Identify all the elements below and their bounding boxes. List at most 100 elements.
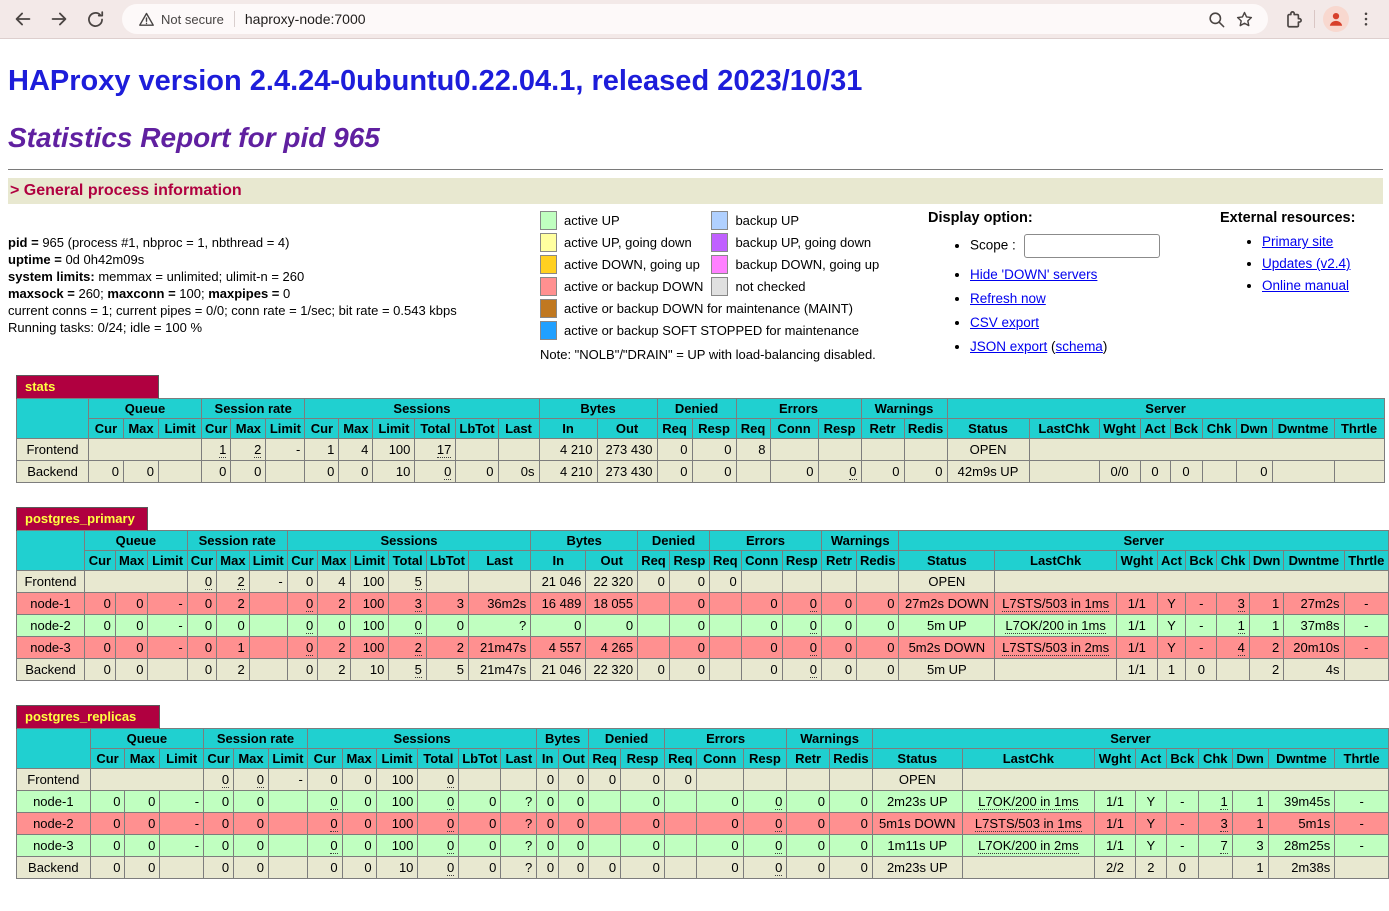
primary-site-link[interactable]: Primary site bbox=[1262, 234, 1333, 249]
stat-cell bbox=[664, 857, 696, 879]
stat-cell: 3 bbox=[1232, 835, 1268, 857]
column-header: Thrtle bbox=[1344, 551, 1389, 571]
stat-cell: 0 bbox=[389, 615, 426, 637]
stat-cell: 17 bbox=[415, 439, 456, 461]
profile-button[interactable] bbox=[1321, 4, 1351, 34]
stat-cell bbox=[1272, 461, 1334, 483]
display-options: Display option: Scope : Hide 'DOWN' serv… bbox=[928, 208, 1220, 363]
stat-cell: - bbox=[1166, 835, 1198, 857]
stat-cell: 0 bbox=[459, 835, 501, 857]
refresh-now-link[interactable]: Refresh now bbox=[970, 291, 1046, 306]
online-manual-link[interactable]: Online manual bbox=[1262, 278, 1349, 293]
forward-button[interactable] bbox=[44, 4, 74, 34]
column-group-header: Bytes bbox=[531, 531, 638, 551]
reload-button[interactable] bbox=[80, 4, 110, 34]
row-name: node-3 bbox=[17, 835, 91, 857]
column-header: Max bbox=[217, 551, 250, 571]
stat-cell: 0 bbox=[1140, 461, 1170, 483]
extensions-button[interactable] bbox=[1278, 4, 1308, 34]
stat-cell bbox=[821, 571, 856, 593]
address-bar[interactable]: Not secure haproxy-node:7000 bbox=[122, 4, 1268, 34]
csv-export-link[interactable]: CSV export bbox=[970, 315, 1039, 330]
section-heading: > General process information bbox=[8, 178, 1383, 204]
hide-down-servers-link[interactable]: Hide 'DOWN' servers bbox=[970, 267, 1097, 282]
bookmark-button[interactable] bbox=[1230, 5, 1258, 33]
schema-link[interactable]: schema bbox=[1056, 339, 1103, 354]
stat-cell: 4 210 bbox=[539, 461, 597, 483]
column-header: Last bbox=[501, 749, 537, 769]
stat-cell bbox=[736, 461, 770, 483]
stat-cell: 42m9s UP bbox=[947, 461, 1029, 483]
stat-cell: 0 bbox=[638, 659, 670, 681]
stat-cell: 100 bbox=[350, 637, 389, 659]
legend-swatch bbox=[711, 277, 728, 296]
stat-cell: 0 bbox=[857, 593, 899, 615]
url-text[interactable]: haproxy-node:7000 bbox=[245, 11, 366, 27]
row-name: Frontend bbox=[17, 769, 91, 791]
back-button[interactable] bbox=[8, 4, 38, 34]
stat-cell: 0 bbox=[342, 813, 376, 835]
column-header: Cur bbox=[89, 419, 124, 439]
stat-cell: 1/1 bbox=[1095, 813, 1136, 835]
menu-button[interactable] bbox=[1351, 4, 1381, 34]
stat-cell: 4 265 bbox=[586, 637, 638, 659]
stat-cell: 1 bbox=[217, 637, 250, 659]
stat-cell bbox=[770, 439, 818, 461]
stat-cell: - bbox=[1166, 791, 1198, 813]
column-header: In bbox=[531, 551, 586, 571]
column-header: Dwntme bbox=[1268, 749, 1335, 769]
json-export-link[interactable]: JSON export bbox=[970, 339, 1047, 354]
legend-swatch bbox=[540, 321, 557, 340]
stat-cell: 5 bbox=[426, 659, 468, 681]
stat-cell: 0 bbox=[307, 769, 342, 791]
legend-label: active or backup DOWN for maintenance (M… bbox=[557, 299, 887, 318]
stat-cell: 0 bbox=[861, 461, 904, 483]
stat-cell: 0 bbox=[287, 637, 317, 659]
stat-cell: 5 bbox=[389, 659, 426, 681]
stat-cell: 2 bbox=[426, 637, 468, 659]
column-header: Resp bbox=[818, 419, 861, 439]
stat-cell bbox=[249, 637, 287, 659]
stat-cell: 2 bbox=[318, 637, 350, 659]
legend-swatch bbox=[540, 233, 557, 252]
stat-cell: 0 bbox=[307, 857, 342, 879]
zoom-button[interactable] bbox=[1202, 5, 1230, 33]
stat-cell: 0 bbox=[904, 461, 947, 483]
column-header: Limit bbox=[148, 551, 187, 571]
column-header: Resp bbox=[782, 551, 821, 571]
stat-cell: 0 bbox=[217, 615, 250, 637]
stat-cell: 0 bbox=[743, 791, 787, 813]
stat-cell bbox=[962, 857, 1094, 879]
column-header: Max bbox=[124, 419, 159, 439]
updates-link[interactable]: Updates (v2.4) bbox=[1262, 256, 1351, 271]
column-header: Thrtle bbox=[1335, 749, 1389, 769]
stat-cell: 0 bbox=[782, 637, 821, 659]
stat-cell bbox=[995, 571, 1389, 593]
stat-cell: 0 bbox=[115, 659, 148, 681]
column-group-header: Errors bbox=[664, 729, 786, 749]
stat-cell bbox=[148, 659, 187, 681]
scope-input[interactable] bbox=[1024, 234, 1160, 258]
stat-cell: - bbox=[160, 835, 204, 857]
chip-divider bbox=[234, 11, 235, 27]
stat-cell: - bbox=[1344, 637, 1389, 659]
browser-toolbar: Not secure haproxy-node:7000 bbox=[0, 0, 1389, 39]
stat-cell bbox=[829, 769, 872, 791]
stat-cell: 2 bbox=[1249, 659, 1283, 681]
scope-item: Scope : bbox=[970, 234, 1220, 258]
stat-cell: 0 bbox=[187, 615, 216, 637]
column-group-header: Errors bbox=[736, 399, 861, 419]
stat-cell: 5m UP bbox=[899, 659, 995, 681]
stat-cell: 0 bbox=[787, 791, 830, 813]
stat-cell: 1 bbox=[1217, 615, 1250, 637]
stat-cell: 0 bbox=[821, 637, 856, 659]
not-secure-label: Not secure bbox=[161, 12, 224, 27]
column-header: Conn bbox=[770, 419, 818, 439]
column-header: Conn bbox=[696, 749, 743, 769]
external-resources-title: External resources: bbox=[1220, 210, 1355, 226]
stat-cell: 0 bbox=[821, 615, 856, 637]
column-header: Dwn bbox=[1236, 419, 1272, 439]
not-secure-chip[interactable]: Not secure bbox=[132, 11, 234, 28]
row-name: Backend bbox=[17, 659, 85, 681]
stat-cell: 0 bbox=[696, 791, 743, 813]
